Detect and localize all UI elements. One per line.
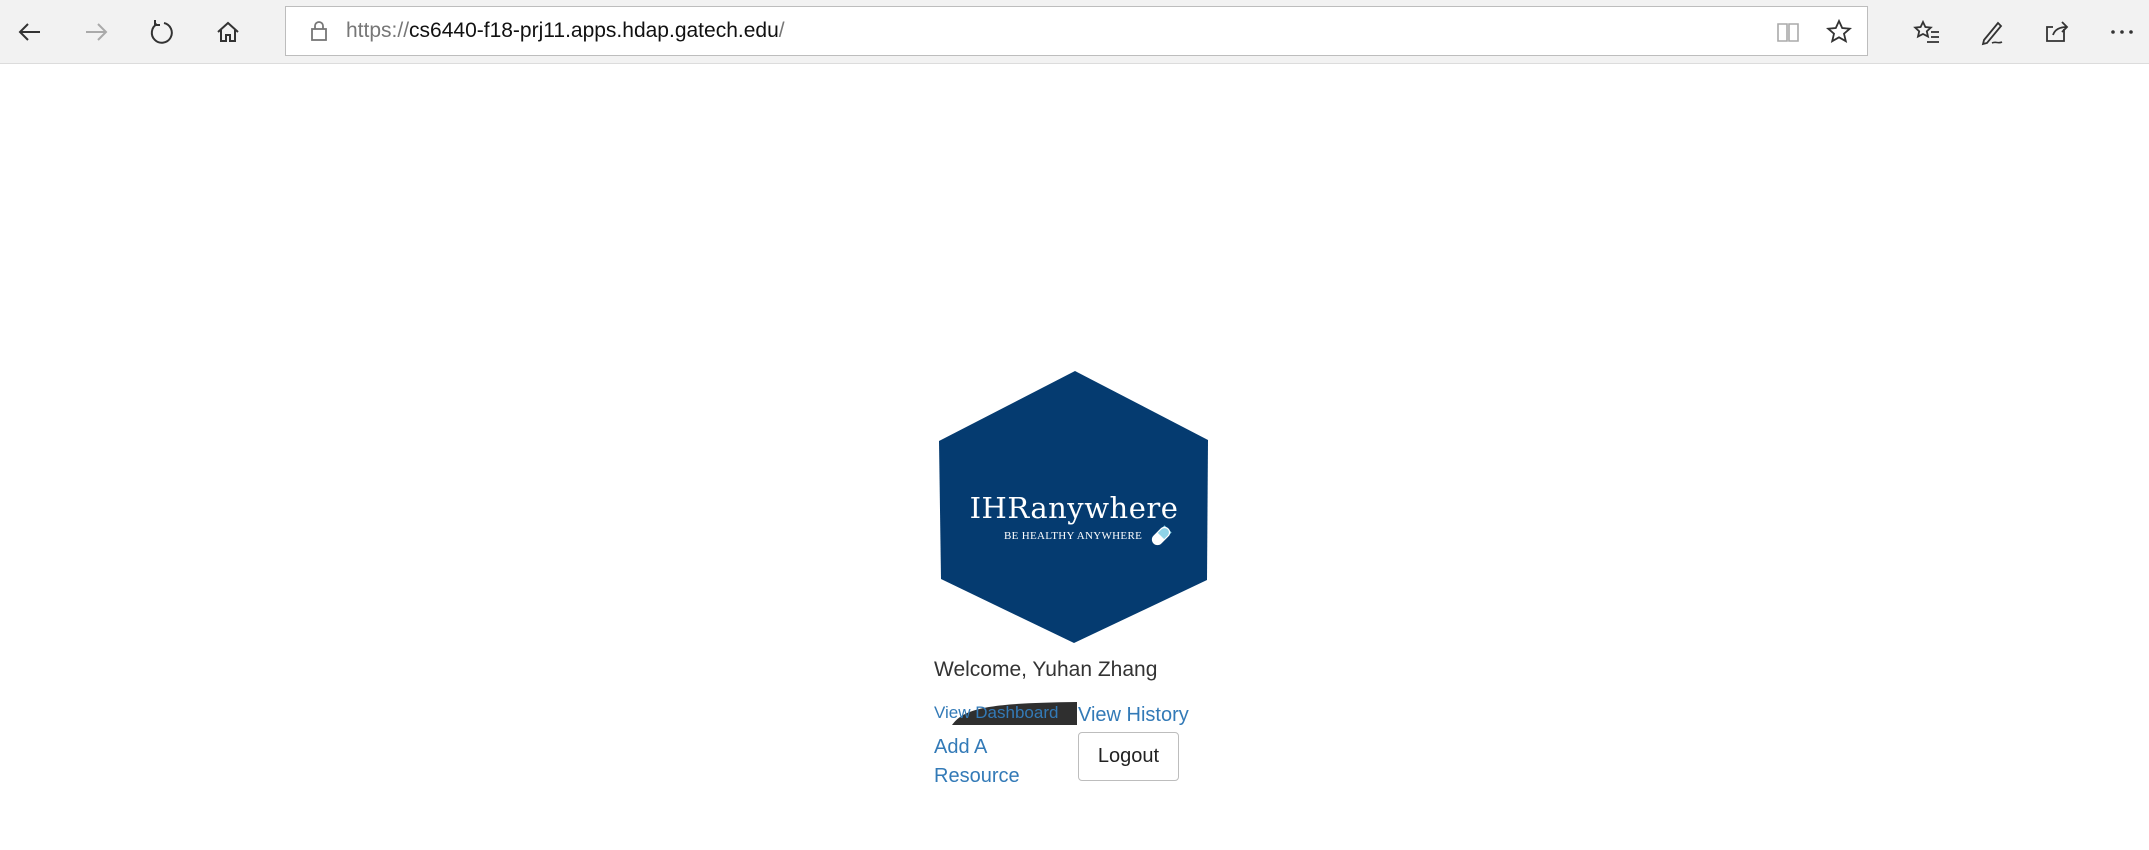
favorite-star-icon — [1826, 18, 1852, 44]
share-icon — [2046, 21, 2069, 42]
back-icon — [18, 23, 40, 41]
logo-tagline: BE HEALTHY ANYWHERE — [1004, 530, 1143, 542]
view-dashboard-link[interactable]: View Dashboard — [934, 703, 1058, 723]
reading-view-icon — [1777, 23, 1799, 42]
address-bar[interactable]: https://cs6440-f18-prj11.apps.hdap.gatec… — [285, 6, 1868, 56]
forward-button[interactable] — [74, 10, 118, 54]
lock-icon — [311, 21, 327, 41]
url-trail: / — [778, 19, 785, 42]
browser-toolbar: https://cs6440-f18-prj11.apps.hdap.gatec… — [0, 0, 2149, 64]
refresh-icon — [150, 20, 173, 44]
home-button[interactable] — [206, 10, 250, 54]
url-text: https://cs6440-f18-prj11.apps.hdap.gatec… — [346, 19, 785, 43]
share-button[interactable] — [2035, 10, 2079, 54]
refresh-button[interactable] — [140, 10, 184, 54]
view-history-link[interactable]: View History — [1078, 704, 1189, 727]
pen-icon — [1981, 21, 2003, 46]
home-icon — [217, 21, 239, 42]
more-icon — [2111, 30, 2133, 34]
pill-icon — [1151, 525, 1172, 546]
favorites-list-icon — [1913, 19, 1939, 43]
ihr-logo: IHRanywhere BE HEALTHY ANYWHERE — [938, 369, 1210, 646]
url-scheme: https:// — [346, 19, 410, 42]
dashboard-link-wrapper: View Dashboard — [934, 700, 1077, 726]
favorites-button[interactable] — [1905, 10, 1949, 54]
forward-icon — [86, 23, 108, 41]
welcome-message: Welcome, Yuhan Zhang — [934, 658, 1158, 681]
more-button[interactable] — [2100, 10, 2144, 54]
notes-button[interactable] — [1970, 10, 2014, 54]
url-host: cs6440-f18-prj11.apps.hdap.gatech.edu — [409, 19, 779, 42]
back-button[interactable] — [8, 10, 52, 54]
add-resource-link[interactable]: Add A Resource — [934, 733, 1054, 791]
reading-view-button[interactable] — [1773, 17, 1803, 47]
logo-title: IHRanywhere — [969, 491, 1179, 525]
favorite-button[interactable] — [1824, 17, 1854, 47]
logout-button[interactable]: Logout — [1078, 732, 1179, 781]
